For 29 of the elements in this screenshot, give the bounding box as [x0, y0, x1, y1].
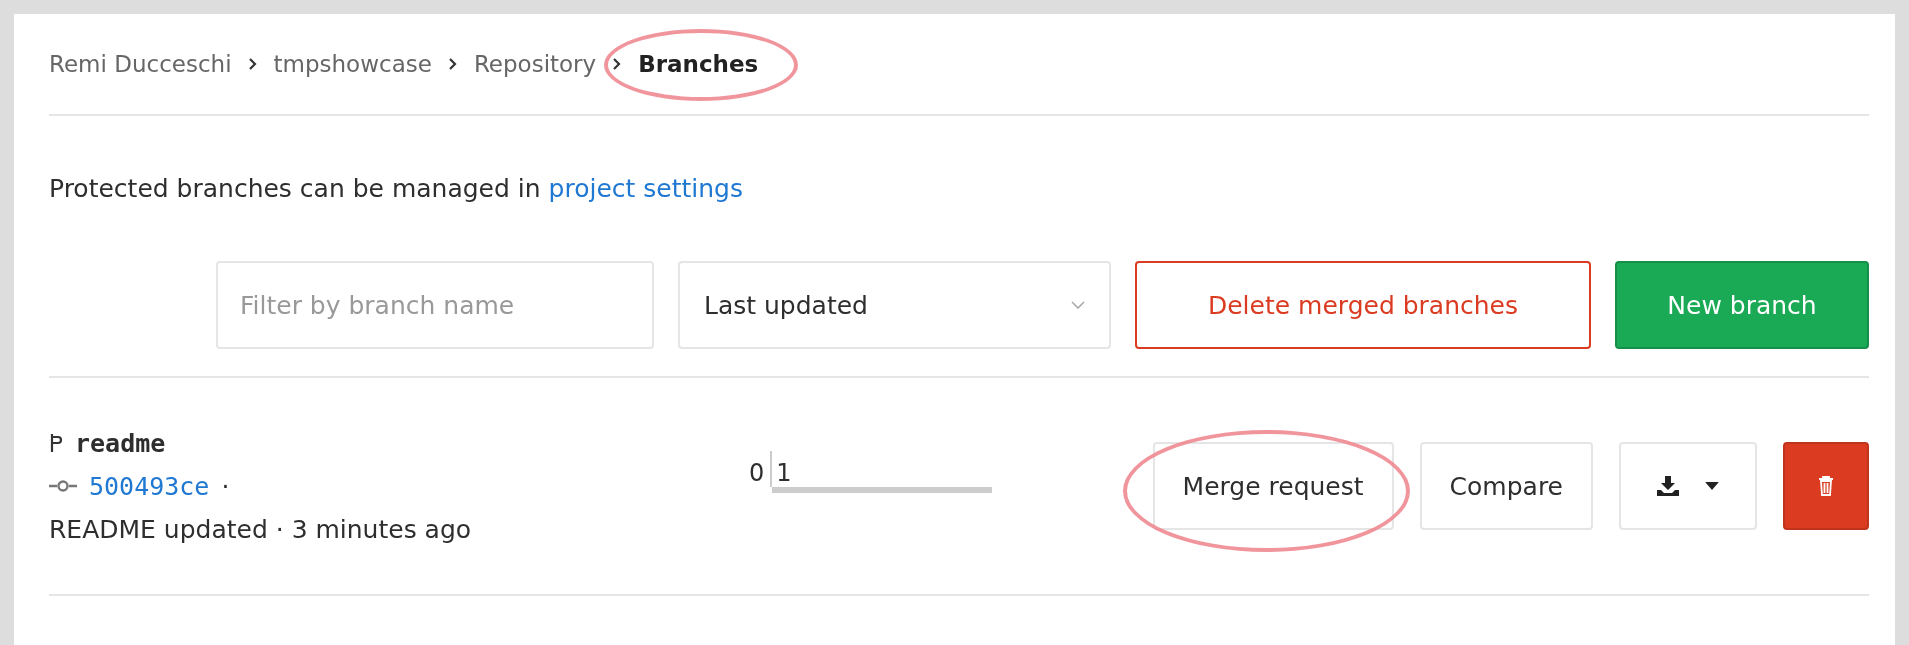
filter-field[interactable]: Filter by branch name [216, 261, 654, 349]
commit-message: README updated · 3 minutes ago [49, 514, 473, 544]
compare-button[interactable]: Compare [1419, 442, 1593, 530]
behind-count: 0 [749, 458, 765, 487]
new-branch-button[interactable]: New branch [1615, 261, 1869, 349]
trash-icon [1818, 476, 1834, 496]
settings-link[interactable]: project settings [548, 174, 743, 203]
download-button[interactable] [1619, 442, 1757, 530]
breadcrumb-link[interactable]: tmpshowcase [273, 51, 432, 77]
branch-name[interactable]: readme [75, 428, 166, 458]
notice-text: Protected branches can be managed in project settings [49, 173, 744, 205]
sort-dropdown[interactable]: Last updated [678, 261, 1111, 349]
chevron-icon [447, 57, 458, 71]
commit-link[interactable]: 500493ce [89, 471, 210, 501]
merge-request-button[interactable]: Merge request [1152, 442, 1394, 530]
download-icon [1657, 476, 1679, 496]
chevron-down-icon [1071, 301, 1085, 309]
ahead-count: 1 [775, 458, 792, 487]
chevron-icon [612, 57, 623, 71]
caret-icon [1705, 482, 1719, 490]
separator-text: · [221, 471, 230, 501]
breadcrumb-link[interactable]: Remi Ducceschi [49, 51, 232, 77]
commit-icon [49, 479, 77, 493]
breadcrumb-link[interactable]: Branches [638, 51, 759, 77]
delete-button[interactable] [1783, 442, 1869, 530]
delete-merged-button[interactable]: Delete merged branches [1135, 261, 1591, 349]
branch-icon [49, 433, 63, 453]
chevron-icon [247, 57, 258, 71]
breadcrumb-link[interactable]: Repository [473, 51, 597, 77]
